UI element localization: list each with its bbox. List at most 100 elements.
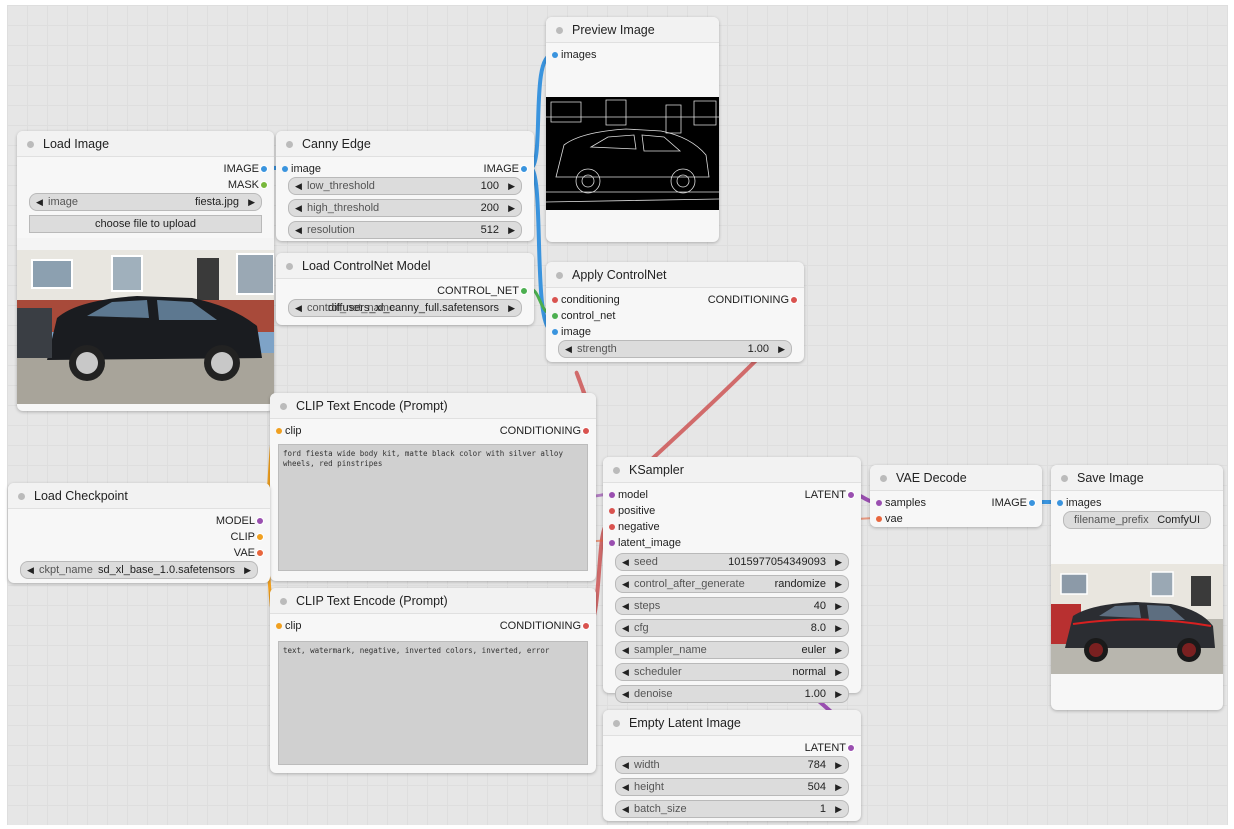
arrow-left-icon[interactable]: ◀	[622, 620, 629, 636]
arrow-right-icon[interactable]: ▶	[835, 576, 842, 592]
arrow-left-icon[interactable]: ◀	[622, 554, 629, 570]
strength-widget[interactable]: ◀ strength 1.00 ▶	[558, 340, 792, 358]
seed-widget[interactable]: ◀ seed 1015977054349093 ▶	[615, 553, 849, 571]
load-controlnet-node[interactable]: Load ControlNet Model CONTROL_NET ◀ cont…	[276, 253, 534, 325]
cfg-widget[interactable]: ◀ cfg 8.0 ▶	[615, 619, 849, 637]
arrow-right-icon[interactable]: ▶	[778, 341, 785, 357]
scheduler-widget[interactable]: ◀ scheduler normal ▶	[615, 663, 849, 681]
arrow-left-icon[interactable]: ◀	[622, 686, 629, 702]
output-latent-socket-icon[interactable]	[847, 491, 855, 499]
clip-text-encode-positive-node[interactable]: CLIP Text Encode (Prompt) clip CONDITION…	[270, 393, 596, 581]
input-latent-socket-icon[interactable]	[609, 540, 615, 546]
arrow-right-icon[interactable]: ▶	[508, 178, 515, 194]
arrow-right-icon[interactable]: ▶	[244, 562, 251, 578]
collapse-dot-icon[interactable]	[280, 403, 287, 410]
output-mask-socket-icon[interactable]	[260, 181, 268, 189]
negative-prompt-textarea[interactable]: text, watermark, negative, inverted colo…	[278, 641, 588, 765]
save-image-node[interactable]: Save Image images filename_prefix ComfyU…	[1051, 465, 1223, 710]
filename-prefix-widget[interactable]: filename_prefix ComfyUI	[1063, 511, 1211, 529]
sampler-name-widget[interactable]: ◀ sampler_name euler ▶	[615, 641, 849, 659]
arrow-right-icon[interactable]: ▶	[835, 642, 842, 658]
collapse-dot-icon[interactable]	[1061, 475, 1068, 482]
load-image-title[interactable]: Load Image	[17, 131, 274, 157]
empty-latent-image-node[interactable]: Empty Latent Image LATENT ◀ width 784 ▶ ◀ he…	[603, 710, 861, 821]
input-clip-socket-icon[interactable]	[276, 428, 282, 434]
load-checkpoint-node[interactable]: Load Checkpoint MODEL CLIP VAE ◀ ckpt_na…	[8, 483, 270, 583]
input-conditioning-socket-icon[interactable]	[552, 297, 558, 303]
input-image-socket-icon[interactable]	[282, 166, 288, 172]
preview-image-node[interactable]: Preview Image images	[546, 17, 719, 242]
arrow-left-icon[interactable]: ◀	[622, 664, 629, 680]
input-vae-socket-icon[interactable]	[876, 516, 882, 522]
choose-file-button[interactable]: choose file to upload	[29, 215, 262, 233]
vae-decode-node[interactable]: VAE Decode samples IMAGE vae	[870, 465, 1042, 527]
arrow-left-icon[interactable]: ◀	[27, 562, 34, 578]
load-controlnet-title[interactable]: Load ControlNet Model	[276, 253, 534, 279]
input-images-socket-icon[interactable]	[1057, 500, 1063, 506]
load-checkpoint-title[interactable]: Load Checkpoint	[8, 483, 270, 509]
output-conditioning-socket-icon[interactable]	[582, 622, 590, 630]
resolution-widget[interactable]: ◀ resolution 512 ▶	[288, 221, 522, 239]
arrow-left-icon[interactable]: ◀	[622, 576, 629, 592]
arrow-right-icon[interactable]: ▶	[835, 779, 842, 795]
arrow-right-icon[interactable]: ▶	[508, 222, 515, 238]
input-control-net-socket-icon[interactable]	[552, 313, 558, 319]
collapse-dot-icon[interactable]	[27, 141, 34, 148]
input-samples-socket-icon[interactable]	[876, 500, 882, 506]
arrow-left-icon[interactable]: ◀	[622, 779, 629, 795]
arrow-right-icon[interactable]: ▶	[835, 598, 842, 614]
arrow-right-icon[interactable]: ▶	[508, 200, 515, 216]
arrow-left-icon[interactable]: ◀	[622, 801, 629, 817]
control-net-name-combo[interactable]: ◀ control_net_name diffusers_xl_canny_fu…	[288, 299, 522, 317]
arrow-right-icon[interactable]: ▶	[835, 686, 842, 702]
collapse-dot-icon[interactable]	[280, 598, 287, 605]
arrow-left-icon[interactable]: ◀	[295, 200, 302, 216]
arrow-right-icon[interactable]: ▶	[508, 300, 515, 316]
collapse-dot-icon[interactable]	[880, 475, 887, 482]
output-conditioning-socket-icon[interactable]	[790, 296, 798, 304]
input-positive-socket-icon[interactable]	[609, 508, 615, 514]
high-threshold-widget[interactable]: ◀ high_threshold 200 ▶	[288, 199, 522, 217]
steps-widget[interactable]: ◀ steps 40 ▶	[615, 597, 849, 615]
low-threshold-widget[interactable]: ◀ low_threshold 100 ▶	[288, 177, 522, 195]
output-image-socket-icon[interactable]	[260, 165, 268, 173]
ckpt-name-combo[interactable]: ◀ ckpt_name sd_xl_base_1.0.safetensors ▶	[20, 561, 258, 579]
width-widget[interactable]: ◀ width 784 ▶	[615, 756, 849, 774]
arrow-left-icon[interactable]: ◀	[36, 194, 43, 210]
output-model-socket-icon[interactable]	[256, 517, 264, 525]
clip-positive-title[interactable]: CLIP Text Encode (Prompt)	[270, 393, 596, 419]
output-image-socket-icon[interactable]	[1028, 499, 1036, 507]
collapse-dot-icon[interactable]	[286, 141, 293, 148]
arrow-left-icon[interactable]: ◀	[622, 598, 629, 614]
height-widget[interactable]: ◀ height 504 ▶	[615, 778, 849, 796]
input-image-socket-icon[interactable]	[552, 329, 558, 335]
collapse-dot-icon[interactable]	[613, 467, 620, 474]
batch-size-widget[interactable]: ◀ batch_size 1 ▶	[615, 800, 849, 818]
ksampler-title[interactable]: KSampler	[603, 457, 861, 483]
save-image-title[interactable]: Save Image	[1051, 465, 1223, 491]
output-vae-socket-icon[interactable]	[256, 549, 264, 557]
apply-controlnet-title[interactable]: Apply ControlNet	[546, 262, 804, 288]
output-latent-socket-icon[interactable]	[847, 744, 855, 752]
vae-decode-title[interactable]: VAE Decode	[870, 465, 1042, 491]
output-conditioning-socket-icon[interactable]	[582, 427, 590, 435]
input-negative-socket-icon[interactable]	[609, 524, 615, 530]
output-clip-socket-icon[interactable]	[256, 533, 264, 541]
collapse-dot-icon[interactable]	[286, 263, 293, 270]
load-image-node[interactable]: Load Image IMAGE MASK ◀ image fiesta.jpg…	[17, 131, 274, 411]
clip-negative-title[interactable]: CLIP Text Encode (Prompt)	[270, 588, 596, 614]
image-combo[interactable]: ◀ image fiesta.jpg ▶	[29, 193, 262, 211]
canny-edge-title[interactable]: Canny Edge	[276, 131, 534, 157]
denoise-widget[interactable]: ◀ denoise 1.00 ▶	[615, 685, 849, 703]
arrow-right-icon[interactable]: ▶	[835, 664, 842, 680]
arrow-right-icon[interactable]: ▶	[835, 757, 842, 773]
apply-controlnet-node[interactable]: Apply ControlNet conditioning CONDITIONI…	[546, 262, 804, 362]
positive-prompt-textarea[interactable]: ford fiesta wide body kit, matte black c…	[278, 444, 588, 571]
arrow-left-icon[interactable]: ◀	[622, 642, 629, 658]
input-clip-socket-icon[interactable]	[276, 623, 282, 629]
output-image-socket-icon[interactable]	[520, 165, 528, 173]
collapse-dot-icon[interactable]	[556, 272, 563, 279]
arrow-right-icon[interactable]: ▶	[835, 620, 842, 636]
arrow-right-icon[interactable]: ▶	[835, 554, 842, 570]
arrow-left-icon[interactable]: ◀	[622, 757, 629, 773]
